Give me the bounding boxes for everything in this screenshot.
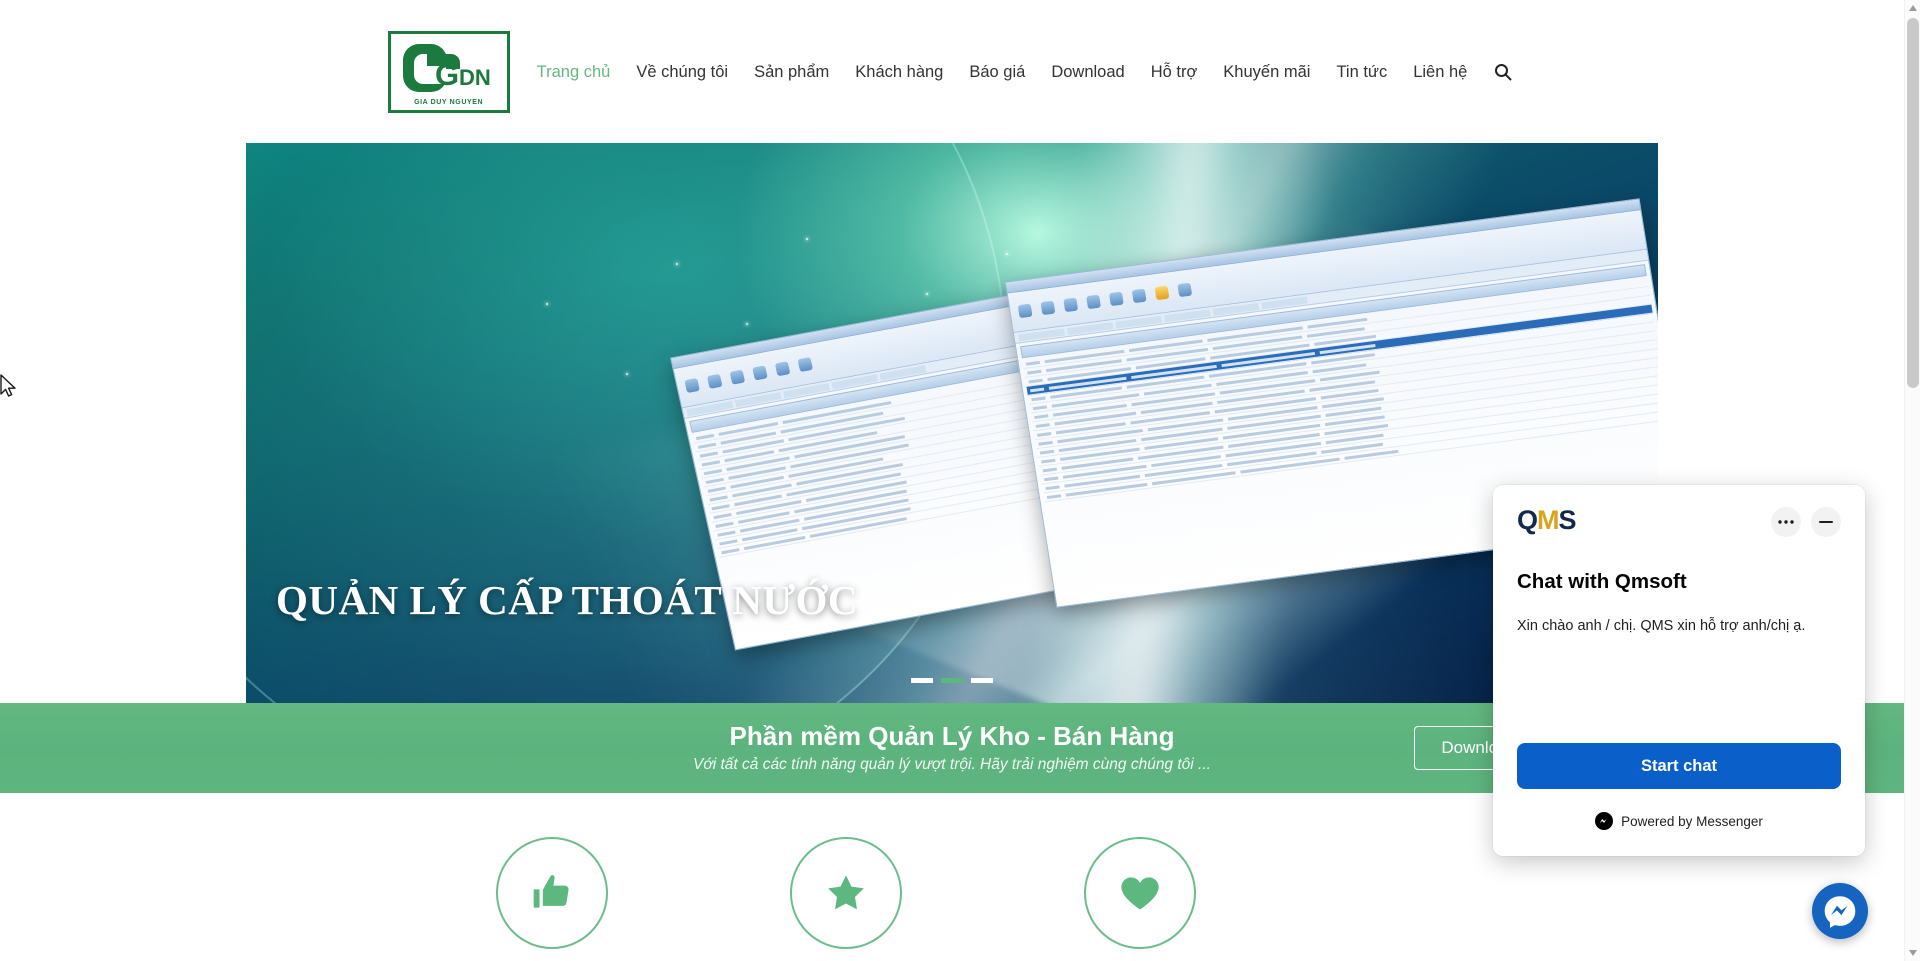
qms-logo-q: Q [1517, 505, 1538, 535]
qms-logo-s: S [1558, 505, 1577, 535]
nav-item-ho-tro[interactable]: Hỗ trợ [1138, 57, 1211, 87]
star-icon [790, 837, 902, 949]
hero-slide-title: QUẢN LÝ CẤP THOÁT NƯỚC [276, 577, 859, 623]
qms-logo: QMS [1517, 505, 1577, 535]
minimize-icon[interactable] [1811, 507, 1841, 537]
nav-item-khuyen-mai[interactable]: Khuyến mãi [1210, 57, 1323, 87]
page-scrollbar[interactable] [1904, 0, 1920, 961]
svg-text:G: G [435, 57, 459, 92]
scrollbar-thumb[interactable] [1907, 18, 1919, 388]
powered-by-messenger: Powered by Messenger [1493, 812, 1865, 830]
nav-item-trang-chu[interactable]: Trang chủ [524, 57, 624, 87]
qms-logo-m: M [1537, 505, 1559, 535]
site-header: G DN GIA DUY NGUYEN Trang chủ Về chúng t… [0, 0, 1904, 143]
feature-item-quality [496, 837, 608, 949]
nav-item-khach-hang[interactable]: Khách hàng [842, 57, 956, 87]
carousel-dot-2[interactable] [941, 678, 963, 683]
scroll-up-arrow-icon[interactable] [1905, 0, 1920, 16]
messenger-icon [1824, 896, 1856, 928]
carousel-dot-1[interactable] [911, 678, 933, 683]
carousel-dot-3[interactable] [971, 678, 993, 683]
svg-text:DN: DN [459, 65, 491, 90]
site-logo[interactable]: G DN GIA DUY NGUYEN [387, 30, 510, 113]
feature-item-support [1084, 837, 1196, 949]
thumbs-up-icon [496, 837, 608, 949]
promo-subtitle: Với tất cả các tính năng quản lý vượt tr… [693, 756, 1211, 774]
nav-item-san-pham[interactable]: Sản phẩm [741, 57, 842, 87]
messenger-icon [1595, 812, 1614, 830]
main-navigation: Trang chủ Về chúng tôi Sản phẩm Khách hà… [524, 57, 1517, 87]
search-icon[interactable] [1490, 59, 1516, 85]
gdn-logo-icon: G DN [402, 43, 491, 92]
feature-highlights [246, 793, 1658, 949]
feature-item-rating [790, 837, 902, 949]
nav-item-tin-tuc[interactable]: Tin tức [1323, 57, 1400, 87]
hero-carousel: QUẢN LÝ CẤP THOÁT NƯỚC [246, 143, 1658, 703]
nav-item-bao-gia[interactable]: Báo giá [956, 57, 1038, 87]
start-chat-button[interactable]: Start chat [1517, 743, 1841, 789]
ellipsis-icon[interactable] [1771, 507, 1801, 537]
chat-greeting-message: Xin chào anh / chị. QMS xin hỗ trợ anh/c… [1517, 618, 1806, 634]
carousel-indicators [911, 678, 993, 683]
logo-subtitle: GIA DUY NGUYEN [414, 98, 484, 106]
nav-item-lien-he[interactable]: Liên hệ [1400, 57, 1480, 87]
nav-item-download[interactable]: Download [1038, 57, 1137, 87]
messenger-fab-button[interactable] [1812, 883, 1868, 939]
heart-icon [1084, 837, 1196, 949]
page-viewport: G DN GIA DUY NGUYEN Trang chủ Về chúng t… [0, 0, 1904, 961]
nav-item-ve-chung-toi[interactable]: Về chúng tôi [623, 57, 741, 87]
chat-title: Chat with Qmsoft [1517, 570, 1687, 593]
powered-by-label: Powered by Messenger [1621, 813, 1763, 829]
scroll-down-arrow-icon[interactable] [1905, 945, 1920, 961]
promo-title: Phần mềm Quản Lý Kho - Bán Hàng [729, 721, 1175, 752]
messenger-chat-card: QMS Chat with Qmsoft Xin chào anh / chị.… [1493, 485, 1865, 856]
